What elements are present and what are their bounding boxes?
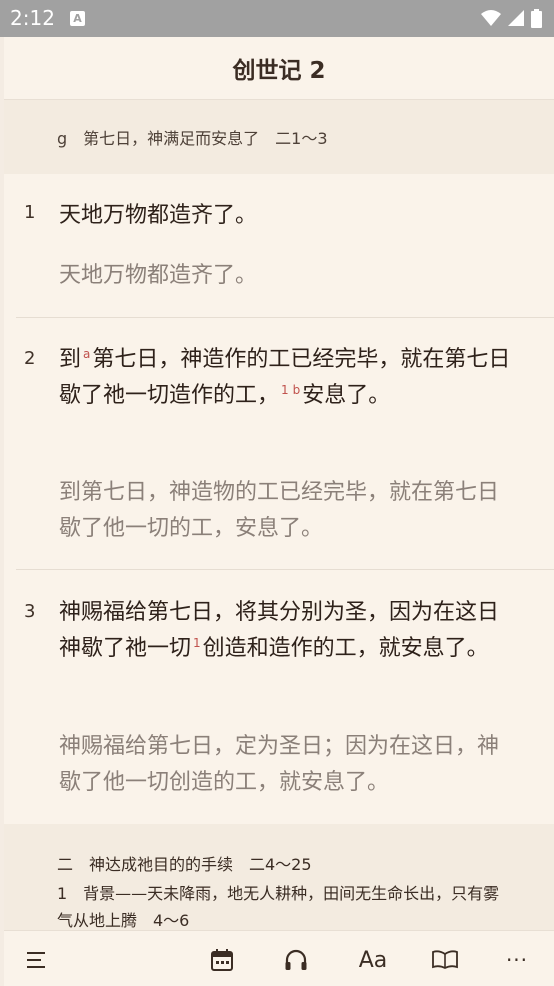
divider <box>16 317 554 318</box>
title-bar: 创世记 2 <box>4 37 554 100</box>
status-time: 2:12 <box>10 6 55 30</box>
footnote-marker[interactable]: b <box>293 383 301 397</box>
signal-icon <box>508 10 524 26</box>
font-settings-button[interactable]: Aa <box>355 945 391 975</box>
verse-alt-text[interactable]: 到第七日，神造物的工已经完毕，就在第七日歇了他一切的工，安息了。 <box>59 475 514 547</box>
chapter-title[interactable]: 创世记 2 <box>232 51 325 85</box>
calendar-icon <box>211 949 233 971</box>
battery-icon <box>531 9 542 28</box>
verse-number: 2 <box>24 348 36 369</box>
verse-text-part: 安息了。 <box>302 383 391 408</box>
menu-button[interactable] <box>22 945 52 975</box>
book-icon <box>432 950 458 970</box>
outline-line[interactable]: 1 背景——天未降雨，地无人耕种，田间无生命长出，只有雾气从地上腾 4～6 <box>57 880 512 934</box>
section-heading-text[interactable]: g 第七日，神满足而安息了 二1～3 <box>57 125 328 149</box>
menu-icon <box>27 952 45 968</box>
section-heading: g 第七日，神满足而安息了 二1～3 <box>4 100 554 174</box>
verse-alt-text[interactable]: 天地万物都造齐了。 <box>59 258 514 294</box>
font-size-icon: Aa <box>358 947 388 973</box>
reader-page: 创世记 2 g 第七日，神满足而安息了 二1～3 1 天地万物都造齐了。 天地万… <box>4 37 554 986</box>
more-icon: ··· <box>505 948 529 972</box>
verse-number: 3 <box>24 601 36 622</box>
audio-button[interactable] <box>281 945 311 975</box>
verse-text-part: 第七日，神造作的工已经完毕，就在第七日歇了祂一切造作的工， <box>59 347 511 408</box>
book-button[interactable] <box>429 945 461 975</box>
status-icons <box>481 9 542 28</box>
divider <box>16 569 554 570</box>
accessibility-icon: A <box>70 11 85 26</box>
verse-text-part: 创造和造作的工，就安息了。 <box>202 636 489 661</box>
footnote-marker[interactable]: a <box>83 347 90 361</box>
verse-text[interactable]: 神赐福给第七日，将其分别为圣，因为在这日神歇了祂一切 1创造和造作的工，就安息了。 <box>59 595 514 667</box>
calendar-button[interactable] <box>207 945 237 975</box>
wifi-icon <box>481 10 501 26</box>
verse-alt-text[interactable]: 神赐福给第七日，定为圣日；因为在这日，神歇了他一切创造的工，就安息了。 <box>59 729 514 801</box>
footnote-marker[interactable]: 1 <box>193 636 201 650</box>
verse-text[interactable]: 天地万物都造齐了。 <box>59 198 514 234</box>
status-bar: 2:12 A <box>0 0 554 37</box>
verse-text-part: 到 <box>59 347 82 372</box>
footnote-marker[interactable]: 1 <box>281 383 289 397</box>
more-button[interactable]: ··· <box>501 945 533 975</box>
verse-text[interactable]: 到 a第七日，神造作的工已经完毕，就在第七日歇了祂一切造作的工， 1 b安息了。 <box>59 342 514 414</box>
outline-line[interactable]: 二 神达成祂目的的手续 二4～25 <box>57 851 312 875</box>
verse-number: 1 <box>24 202 36 223</box>
headphones-icon <box>285 949 307 970</box>
outline-section: 二 神达成祂目的的手续 二4～25 1 背景——天未降雨，地无人耕种，田间无生命… <box>4 824 554 930</box>
bottom-nav: Aa ··· <box>4 930 554 986</box>
